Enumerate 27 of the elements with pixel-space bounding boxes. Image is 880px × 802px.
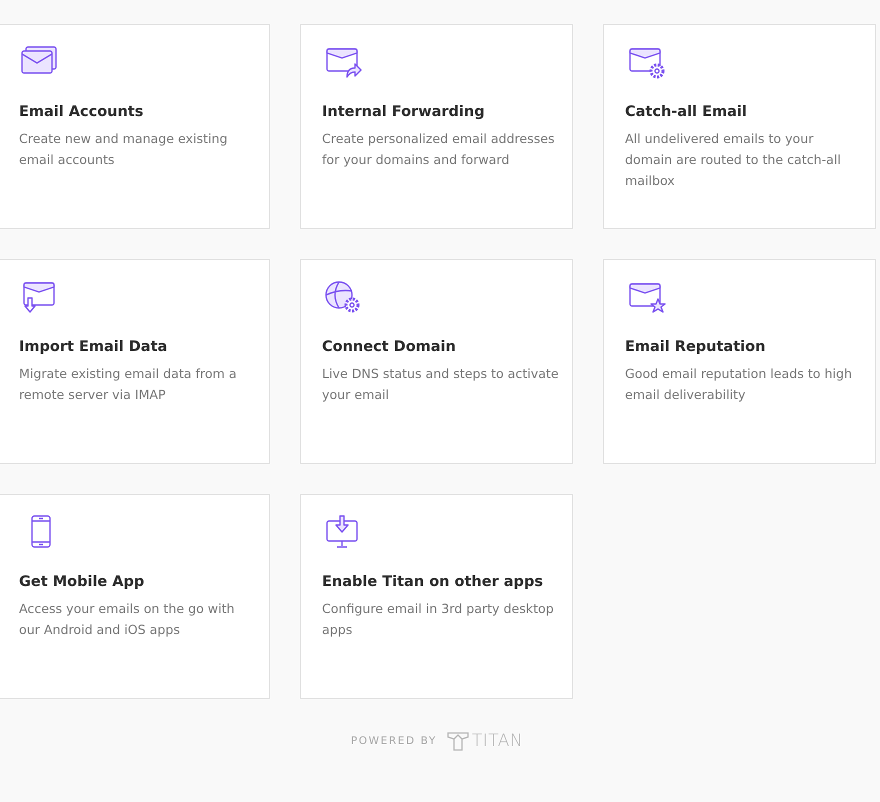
feature-card[interactable]: Internal Forwarding Create personalized email addresses for your domains and forward — [300, 24, 573, 229]
feature-card[interactable]: Catch-all Email All undelivered emails to your domain are routed to the catch-all mailbox — [603, 24, 876, 229]
card-title: Import Email Data — [19, 339, 168, 355]
card-title: Email Reputation — [625, 339, 766, 355]
card-description: Migrate existing email data from a remote server via IMAP — [19, 365, 238, 404]
card-description: Create new and manage existing email accounts — [19, 130, 228, 169]
powered-by-label: POWERED BY — [350, 735, 437, 747]
card-title: Enable Titan on other apps — [322, 574, 544, 590]
feature-card[interactable]: Email Reputation Good email reputation leads to high email deliverability — [603, 259, 876, 464]
card-description: Live DNS status and steps to activate your email — [322, 365, 560, 404]
card-description: Good email reputation leads to high email deliverability — [625, 365, 853, 404]
card-description: Configure email in 3rd party desktop apps — [322, 600, 555, 639]
card-description: Create personalized email addresses for your domains and forward — [322, 130, 556, 169]
card-title: Connect Domain — [322, 339, 457, 355]
card-title: Get Mobile App — [19, 574, 146, 590]
card-description: All undelivered emails to your domain are routed to the catch-all mailbox — [625, 130, 842, 190]
feature-card[interactable]: Email Accounts Create new and manage existing email accounts — [0, 24, 270, 229]
feature-card[interactable]: Enable Titan on other apps Configure email in 3rd party desktop apps — [300, 494, 573, 699]
feature-card[interactable]: Connect Domain Live DNS status and steps to activate your email — [300, 259, 573, 464]
card-description: Access your emails on the go with our Android and iOS apps — [19, 600, 236, 639]
card-title: Internal Forwarding — [322, 104, 486, 120]
logo-icon — [446, 731, 469, 751]
card-title: Catch-all Email — [625, 104, 748, 120]
feature-card[interactable]: Import Email Data Migrate existing email data from a remote server via IMAP — [0, 259, 270, 464]
brand-name: TITAN — [472, 731, 524, 751]
card-title: Email Accounts — [19, 104, 144, 120]
feature-card[interactable]: Get Mobile App Access your emails on the go with our Android and iOS apps — [0, 494, 270, 699]
